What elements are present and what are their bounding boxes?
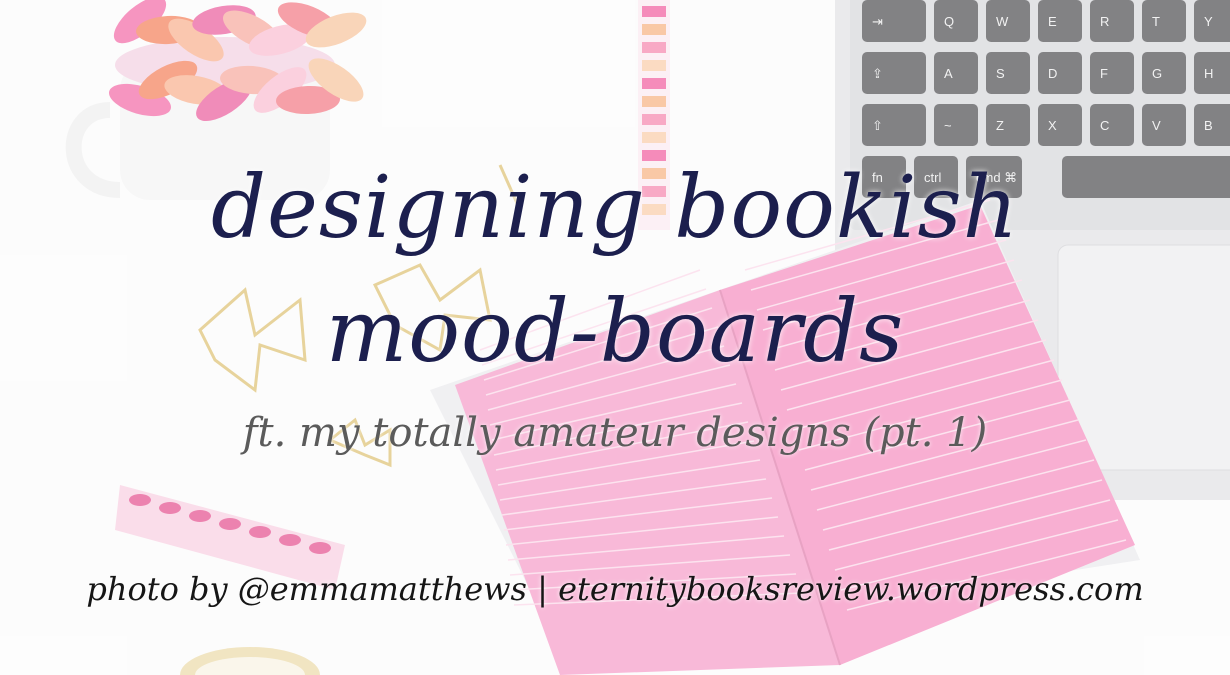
subtitle: ft. my totally amateur designs (pt. 1) [242, 410, 988, 456]
photo-credit: photo by @emmamatthews | eternitybooksre… [86, 570, 1144, 608]
title-line-1: designing bookish [210, 158, 1020, 258]
title-line-2: mood-boards [325, 282, 905, 382]
